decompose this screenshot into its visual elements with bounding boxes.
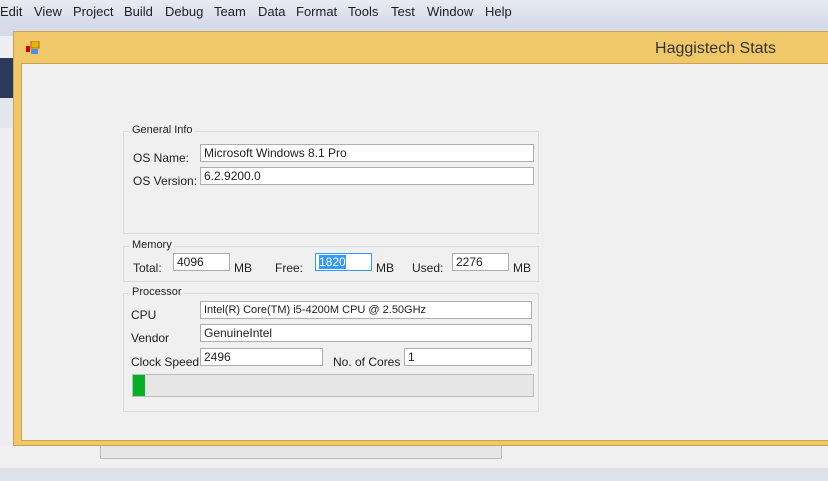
general-info-caption: General Info [130, 124, 195, 136]
cpu-label: CPU [131, 308, 157, 322]
used-memory-field[interactable]: 2276 [452, 253, 509, 271]
menu-format[interactable]: Format [296, 4, 337, 19]
os-version-field[interactable]: 6.2.9200.0 [200, 167, 534, 185]
menu-view[interactable]: View [34, 4, 62, 19]
vendor-label: Vendor [131, 331, 170, 345]
stats-window: Haggistech Stats General Info OS Name: M… [13, 31, 828, 446]
menu-help[interactable]: Help [485, 4, 512, 19]
cpu-field[interactable]: Intel(R) Core(TM) i5-4200M CPU @ 2.50GHz [200, 301, 532, 319]
os-version-label: OS Version: [133, 174, 198, 188]
free-label: Free: [275, 261, 304, 275]
clock-speed-label: Clock Speed [131, 355, 200, 369]
ide-panel [100, 446, 502, 459]
memory-caption: Memory [130, 239, 174, 251]
processor-caption: Processor [130, 286, 184, 298]
cores-label: No. of Cores [333, 355, 401, 369]
menu-project[interactable]: Project [73, 4, 113, 19]
window-client: General Info OS Name: Microsoft Windows … [21, 63, 828, 441]
menu-bar: Edit View Project Build Debug Team Data Format T… [0, 0, 828, 24]
menu-debug[interactable]: Debug [165, 4, 203, 19]
menu-window[interactable]: Window [427, 4, 473, 19]
menu-team[interactable]: Team [214, 4, 246, 19]
menu-tools[interactable]: Tools [348, 4, 378, 19]
menu-test[interactable]: Test [391, 4, 415, 19]
cpu-usage-progress-bar [132, 374, 534, 397]
cpu-usage-progress-fill [133, 375, 145, 396]
total-memory-field[interactable]: 4096 [173, 253, 230, 271]
menu-data[interactable]: Data [258, 4, 285, 19]
ide-tab-strip [0, 58, 13, 98]
os-name-field[interactable]: Microsoft Windows 8.1 Pro [200, 144, 534, 162]
free-memory-field[interactable]: 1820 [315, 253, 372, 271]
used-label: Used: [412, 261, 444, 275]
ide-side-panel [0, 98, 13, 128]
menu-edit[interactable]: Edit [0, 4, 22, 19]
total-label: Total: [133, 261, 162, 275]
vendor-field[interactable]: GenuineIntel [200, 324, 532, 342]
total-unit: MB [234, 261, 252, 275]
form-app-icon [26, 41, 40, 54]
clock-speed-field[interactable]: 2496 [200, 348, 323, 366]
os-name-label: OS Name: [133, 151, 190, 165]
cores-field[interactable]: 1 [404, 348, 532, 366]
ide-status-bar [0, 468, 828, 481]
free-memory-value: 1820 [319, 255, 346, 269]
window-title: Haggistech Stats [655, 40, 776, 57]
menu-build[interactable]: Build [124, 4, 153, 19]
used-unit: MB [513, 261, 531, 275]
free-unit: MB [376, 261, 394, 275]
